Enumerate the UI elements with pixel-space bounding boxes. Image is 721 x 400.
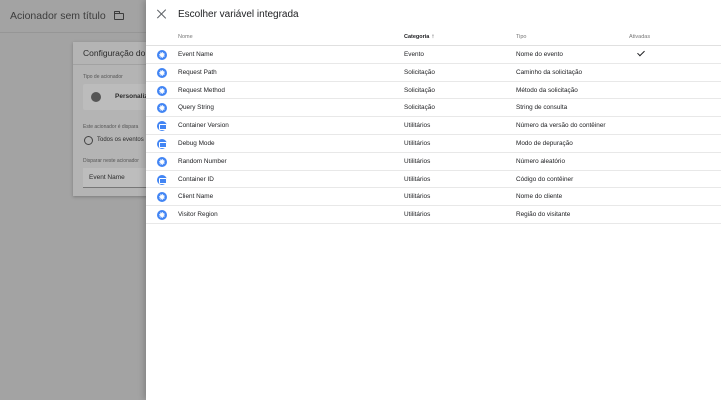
fires-on-label: Este acionador é dispara [83,124,139,130]
variable-category: Utilitários [404,193,431,201]
panel-header: Escolher variável integrada [146,0,721,30]
table-row[interactable]: Client Name Utilitários Nome do cliente [146,188,721,207]
column-header-category[interactable]: Categoria ↑ [404,34,434,40]
variables-table: Nome Categoria ↑ Tipo Ativadas Event Name… [146,30,721,224]
variable-type: Número da versão do contêiner [516,122,606,130]
table-row[interactable]: Container Version Utilitários Número da ve… [146,117,721,135]
table-body: Event Name Evento Nome do evento Request Pa… [146,46,721,224]
table-row[interactable]: Random Number Utilitários Número aleatório [146,153,721,171]
column-header-category-label: Categoria [404,34,430,40]
variable-name: Random Number [178,157,227,165]
table-row[interactable]: Event Name Evento Nome do evento [146,46,721,64]
gear-icon [157,50,167,60]
gear-icon [157,67,167,78]
variable-type: Caminho da solicitação [516,68,583,76]
variable-category: Utilitários [404,211,431,219]
variable-type: Modo de depuração [516,139,573,147]
fire-on-label: Disparar neste acionador [83,158,139,164]
variable-category: Solicitação [404,68,435,76]
card-divider [73,64,153,65]
gear-icon [157,103,167,114]
screen-icon [157,138,167,149]
variable-category: Solicitação [404,104,435,112]
variable-category: Utilitários [404,122,431,130]
table-row[interactable]: Query String Solicitação String de consult… [146,99,721,118]
variable-name: Debug Mode [178,139,215,147]
variable-name: Container Version [178,122,229,130]
variable-type: Nome do evento [516,51,563,58]
variable-type: String de consulta [516,104,568,112]
column-header-enabled[interactable]: Ativadas [629,34,650,40]
variable-category: Utilitários [404,139,431,147]
gear-icon [157,156,167,167]
variable-name: Event Name [178,51,214,58]
choose-variable-panel: Escolher variável integrada Nome Categor… [146,0,721,400]
column-header-type[interactable]: Tipo [516,34,527,40]
variable-category: Evento [404,51,424,58]
header-divider [0,32,150,33]
trigger-config-card: Configuração do ac Tipo de acionador Per… [73,42,157,196]
gear-icon [157,85,167,96]
variable-name: Request Path [178,68,217,76]
gear-icon [157,192,167,203]
screen-icon [157,121,167,132]
variable-name: Visitor Region [178,211,218,219]
variable-type: Método da solicitação [516,86,578,94]
trigger-type-box: Personaliz [83,84,149,110]
screen-icon [157,174,167,185]
variable-category: Solicitação [404,86,435,94]
table-row[interactable]: Container ID Utilitários Código do contêin… [146,171,721,189]
table-header: Nome Categoria ↑ Tipo Ativadas [146,30,721,46]
all-events-label: Todos os eventos [97,137,144,143]
sort-arrow-icon: ↑ [431,34,435,40]
folder-icon [113,10,124,20]
variable-type: Número aleatório [516,157,566,165]
close-icon[interactable] [156,8,168,20]
trigger-title: Acionador sem título [10,10,106,22]
trigger-type-value: Personaliz [115,93,148,100]
variable-type: Região do visitante [516,211,571,219]
variable-category: Utilitários [404,175,431,183]
gear-icon [157,210,167,221]
table-row[interactable]: Visitor Region Utilitários Região do visit… [146,206,721,224]
panel-title: Escolher variável integrada [178,9,299,20]
variable-type: Código do contêiner [516,175,574,183]
all-events-radio [84,136,93,145]
table-row[interactable]: Debug Mode Utilitários Modo de depuração [146,135,721,153]
variable-name: Request Method [178,86,225,94]
background-header: Acionador sem título [0,0,150,32]
variable-name: Client Name [178,193,214,201]
table-row[interactable]: Request Method Solicitação Método da solic… [146,82,721,100]
variable-select: Event Name [83,168,149,188]
checkmark-icon [638,49,644,58]
variable-type: Nome do cliente [516,193,563,201]
variable-name: Container ID [178,175,214,183]
variable-name: Query String [178,104,214,112]
table-row[interactable]: Request Path Solicitação Caminho da solici… [146,64,721,82]
variable-select-value: Event Name [89,174,125,181]
variable-category: Utilitários [404,157,431,165]
custom-event-icon [91,92,101,102]
column-header-name[interactable]: Nome [178,34,193,40]
trigger-type-label: Tipo de acionador [83,74,123,80]
